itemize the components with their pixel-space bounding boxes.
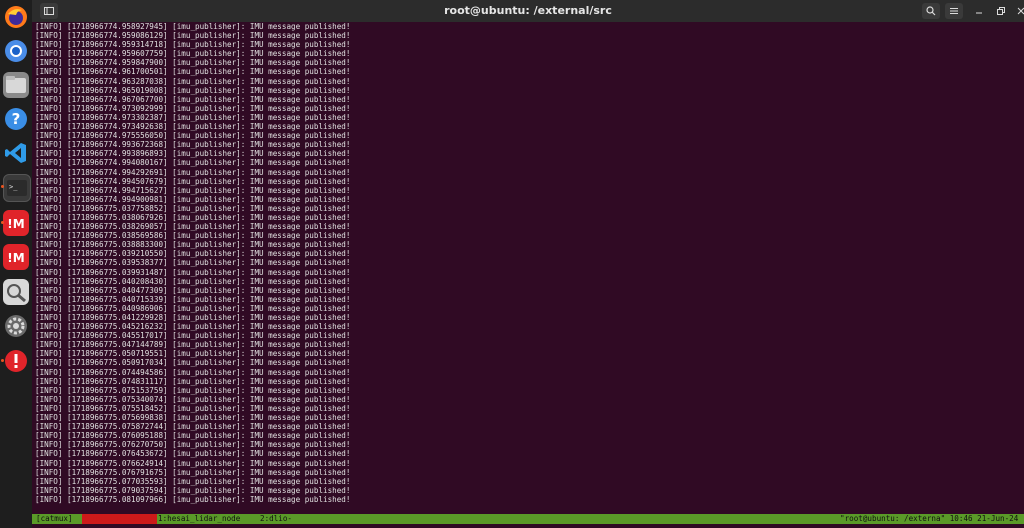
tmux-window-dlio[interactable]: 2:dlio-	[260, 514, 292, 524]
log-line: [INFO] [1718966775.037758852] [imu_publi…	[35, 203, 351, 213]
help-icon[interactable]: ?	[3, 106, 29, 132]
running-indicator	[1, 221, 4, 224]
chromium-icon[interactable]	[3, 38, 29, 64]
svg-text:!M: !M	[7, 251, 24, 265]
close-button[interactable]	[1014, 3, 1024, 19]
app-red-2-icon[interactable]: !M	[3, 244, 29, 270]
log-line: [INFO] [1718966775.076791675] [imu_publi…	[35, 467, 351, 477]
log-line: [INFO] [1718966775.040208430] [imu_publi…	[35, 276, 351, 286]
menu-button[interactable]	[945, 3, 963, 19]
close-icon	[1017, 7, 1024, 15]
log-line: [INFO] [1718966774.973092999] [imu_publi…	[35, 103, 351, 113]
files-icon[interactable]	[3, 72, 29, 98]
search-icon	[926, 6, 936, 16]
terminal-icon[interactable]: >_	[3, 174, 31, 202]
tmux-window-active[interactable]: 0:imu_publisher*	[82, 514, 158, 524]
log-line: [INFO] [1718966774.994900981] [imu_publi…	[35, 194, 351, 204]
log-line: [INFO] [1718966774.993896893] [imu_publi…	[35, 149, 351, 159]
log-line: [INFO] [1718966775.045216232] [imu_publi…	[35, 322, 351, 332]
log-line: [INFO] [1718966775.076270750] [imu_publi…	[35, 440, 351, 450]
log-line: [INFO] [1718966775.081097966] [imu_publi…	[35, 494, 351, 504]
app-red-1-icon[interactable]: !M	[3, 210, 29, 236]
log-line: [INFO] [1718966775.038269057] [imu_publi…	[35, 222, 351, 232]
log-line: [INFO] [1718966775.076453672] [imu_publi…	[35, 449, 351, 459]
log-line: [INFO] [1718966774.993672368] [imu_publi…	[35, 140, 351, 150]
log-line: [INFO] [1718966775.040715339] [imu_publi…	[35, 294, 351, 304]
terminal-bottom	[32, 524, 1024, 528]
tmux-window-hesai[interactable]: 1:hesai_lidar_node	[158, 514, 240, 524]
log-line: [INFO] [1718966775.076624914] [imu_publi…	[35, 458, 351, 468]
log-line: [INFO] [1718966774.967067700] [imu_publi…	[35, 94, 351, 104]
log-line: [INFO] [1718966774.975556050] [imu_publi…	[35, 131, 351, 141]
tmux-host-clock: "root@ubuntu: /externa" 10:46 21-Jun-24	[840, 514, 1019, 523]
log-line: [INFO] [1718966775.079037594] [imu_publi…	[35, 485, 351, 495]
log-line: [INFO] [1718966775.040986906] [imu_publi…	[35, 303, 351, 313]
log-line: [INFO] [1718966775.038067926] [imu_publi…	[35, 212, 351, 222]
log-line: [INFO] [1718966774.958927945] [imu_publi…	[35, 22, 351, 31]
maximize-button[interactable]	[994, 3, 1008, 19]
log-line: [INFO] [1718966775.039538377] [imu_publi…	[35, 258, 351, 268]
log-line: [INFO] [1718966774.994507679] [imu_publi…	[35, 176, 351, 186]
window-title: root@ubuntu: /external/src	[444, 4, 612, 17]
log-line: [INFO] [1718966775.075340074] [imu_publi…	[35, 394, 351, 404]
search-button[interactable]	[922, 3, 940, 19]
log-line: [INFO] [1718966775.050917034] [imu_publi…	[35, 358, 351, 368]
log-line: [INFO] [1718966775.041229928] [imu_publi…	[35, 313, 351, 322]
log-line: [INFO] [1718966774.973302387] [imu_publi…	[35, 112, 351, 122]
minimize-button[interactable]	[972, 3, 986, 19]
firefox-icon[interactable]	[3, 4, 29, 30]
tmux-session-name: [catmux]	[36, 514, 73, 523]
log-line: [INFO] [1718966775.074494586] [imu_publi…	[35, 367, 351, 377]
terminal-output[interactable]: [INFO] [1718966774.958927945] [imu_publi…	[32, 22, 1024, 514]
log-line: [INFO] [1718966775.040477309] [imu_publi…	[35, 285, 351, 295]
log-line: [INFO] [1718966775.075872744] [imu_publi…	[35, 422, 351, 432]
log-line: [INFO] [1718966775.075699838] [imu_publi…	[35, 413, 351, 423]
log-line: [INFO] [1718966775.076095188] [imu_publi…	[35, 431, 351, 441]
minimize-icon	[976, 12, 982, 14]
hamburger-icon	[950, 8, 958, 14]
tmux-statusbar: [catmux] 0:imu_publisher* 1:hesai_lidar_…	[32, 514, 1024, 524]
log-line: [INFO] [1718966774.994080167] [imu_publi…	[35, 158, 351, 168]
log-line: [INFO] [1718966774.961700501] [imu_publi…	[35, 67, 351, 77]
log-line: [INFO] [1718966775.075153759] [imu_publi…	[35, 385, 351, 395]
svg-text:!M: !M	[7, 217, 24, 231]
log-line: [INFO] [1718966775.039210550] [imu_publi…	[35, 249, 351, 259]
log-line: [INFO] [1718966775.074831117] [imu_publi…	[35, 376, 351, 386]
settings-icon[interactable]	[3, 313, 29, 339]
log-line: [INFO] [1718966774.965019008] [imu_publi…	[35, 85, 351, 95]
software-updater-icon[interactable]	[3, 348, 29, 374]
log-line: [INFO] [1718966774.973492638] [imu_publi…	[35, 122, 351, 132]
log-lines: [INFO] [1718966774.958927945] [imu_publi…	[35, 22, 350, 504]
log-line: [INFO] [1718966774.959086129] [imu_publi…	[35, 31, 351, 41]
log-line: [INFO] [1718966775.075518452] [imu_publi…	[35, 403, 351, 413]
log-line: [INFO] [1718966775.039931487] [imu_publi…	[35, 267, 351, 277]
log-line: [INFO] [1718966775.038883300] [imu_publi…	[35, 240, 351, 250]
running-indicator	[1, 359, 4, 362]
log-line: [INFO] [1718966775.045517017] [imu_publi…	[35, 331, 351, 341]
image-viewer-icon[interactable]	[3, 279, 29, 305]
restore-icon	[997, 7, 1005, 15]
log-line: [INFO] [1718966774.994292691] [imu_publi…	[35, 167, 351, 177]
svg-text:?: ?	[12, 110, 21, 128]
vscode-icon[interactable]	[3, 140, 29, 166]
running-indicator	[1, 185, 4, 188]
svg-text:>_: >_	[9, 183, 18, 191]
log-line: [INFO] [1718966775.077035593] [imu_publi…	[35, 476, 351, 486]
log-line: [INFO] [1718966775.050719551] [imu_publi…	[35, 349, 351, 359]
log-line: [INFO] [1718966775.038569586] [imu_publi…	[35, 231, 351, 241]
log-line: [INFO] [1718966774.959847900] [imu_publi…	[35, 58, 351, 68]
window-titlebar[interactable]: root@ubuntu: /external/src	[32, 0, 1024, 22]
log-line: [INFO] [1718966774.959607759] [imu_publi…	[35, 49, 351, 59]
log-line: [INFO] [1718966774.994715627] [imu_publi…	[35, 185, 351, 195]
log-line: [INFO] [1718966775.047144789] [imu_publi…	[35, 340, 351, 350]
log-line: [INFO] [1718966774.959314718] [imu_publi…	[35, 40, 351, 50]
log-line: [INFO] [1718966774.963287038] [imu_publi…	[35, 76, 351, 86]
dock: ? >_ !M !M	[0, 0, 32, 528]
